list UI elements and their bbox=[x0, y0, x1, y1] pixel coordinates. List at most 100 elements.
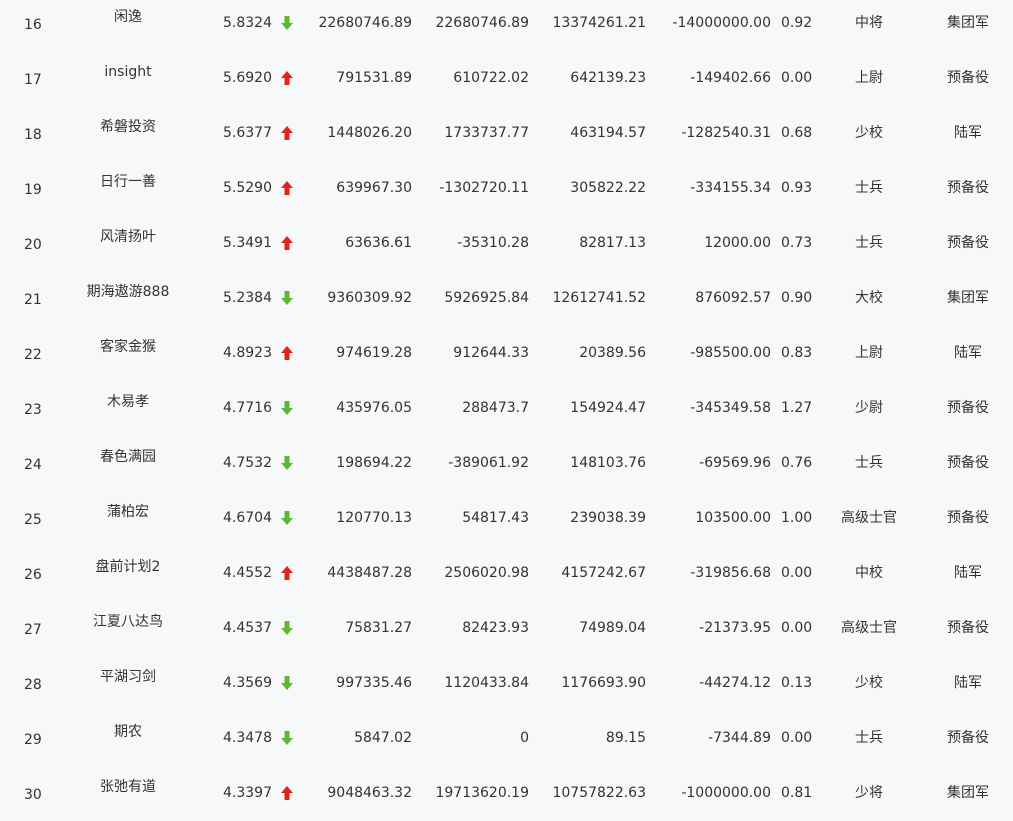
ratio-value: 0.00 bbox=[781, 730, 813, 746]
army-type: 预备役 bbox=[947, 455, 989, 471]
value-col-1: 1448026.20 bbox=[327, 125, 412, 141]
value-col-2: -1302720.11 bbox=[439, 180, 529, 196]
table-row: 25 蒲柏宏 4.6704 120770.13 54817.43 239038.… bbox=[0, 495, 1013, 550]
value-col-3: 1176693.90 bbox=[561, 675, 646, 691]
army-type: 预备役 bbox=[947, 235, 989, 251]
user-name-link[interactable]: 平湖习剑 bbox=[72, 668, 184, 686]
user-name-link[interactable]: 闲逸 bbox=[72, 8, 184, 26]
army-type: 集团军 bbox=[947, 15, 989, 31]
value-col-4: -985500.00 bbox=[690, 345, 771, 361]
rank-title: 中校 bbox=[855, 565, 883, 581]
user-name-link[interactable]: 蒲柏宏 bbox=[72, 503, 184, 521]
value-col-2: 912644.33 bbox=[453, 345, 529, 361]
value-col-1: 9048463.32 bbox=[327, 785, 412, 801]
rank-number: 23 bbox=[24, 402, 42, 418]
user-name-link[interactable]: 风清扬叶 bbox=[72, 228, 184, 246]
value-col-4: -319856.68 bbox=[690, 565, 771, 581]
value-col-3: 82817.13 bbox=[579, 235, 646, 251]
army-type: 陆军 bbox=[954, 345, 982, 361]
score-value: 5.3491 bbox=[223, 235, 272, 251]
rank-number: 20 bbox=[24, 237, 42, 253]
table-row: 30 张弛有道 4.3397 9048463.32 19713620.19 10… bbox=[0, 770, 1013, 821]
army-type: 预备役 bbox=[947, 510, 989, 526]
user-name-link[interactable]: 日行一善 bbox=[72, 173, 184, 191]
ratio-value: 0.00 bbox=[781, 70, 813, 86]
value-col-2: 1733737.77 bbox=[444, 125, 529, 141]
value-col-4: -149402.66 bbox=[690, 70, 771, 86]
army-type: 预备役 bbox=[947, 620, 989, 636]
value-col-1: 435976.05 bbox=[336, 400, 412, 416]
value-col-3: 148103.76 bbox=[570, 455, 646, 471]
score-value: 5.8324 bbox=[223, 15, 272, 31]
value-col-4: -14000000.00 bbox=[672, 15, 771, 31]
value-col-3: 642139.23 bbox=[570, 70, 646, 86]
table-row: 19 日行一善 5.5290 639967.30 -1302720.11 305… bbox=[0, 165, 1013, 220]
user-name-link[interactable]: 客家金猴 bbox=[72, 338, 184, 356]
value-col-2: 5926925.84 bbox=[444, 290, 529, 306]
rank-number: 16 bbox=[24, 17, 42, 33]
arrow-up-icon bbox=[281, 234, 295, 252]
value-col-1: 974619.28 bbox=[336, 345, 412, 361]
value-col-4: -7344.89 bbox=[708, 730, 771, 746]
rank-number: 28 bbox=[24, 677, 42, 693]
value-col-2: 54817.43 bbox=[462, 510, 529, 526]
rank-number: 17 bbox=[24, 72, 42, 88]
user-name-link[interactable]: insight bbox=[72, 63, 184, 81]
rank-number: 21 bbox=[24, 292, 42, 308]
score-value: 4.7716 bbox=[223, 400, 272, 416]
user-name-link[interactable]: 张弛有道 bbox=[72, 778, 184, 796]
table-row: 21 期海遨游888 5.2384 9360309.92 5926925.84 … bbox=[0, 275, 1013, 330]
rank-title: 少校 bbox=[855, 675, 883, 691]
ratio-value: 0.76 bbox=[781, 455, 813, 471]
user-name-link[interactable]: 盘前计划2 bbox=[72, 558, 184, 576]
user-name-link[interactable]: 春色满园 bbox=[72, 448, 184, 466]
user-name-link[interactable]: 期农 bbox=[72, 723, 184, 741]
value-col-4: -44274.12 bbox=[699, 675, 771, 691]
ratio-value: 0.00 bbox=[781, 620, 813, 636]
arrow-up-icon bbox=[281, 344, 295, 362]
rank-title: 中将 bbox=[855, 15, 883, 31]
rank-title: 少尉 bbox=[855, 400, 883, 416]
arrow-up-icon bbox=[281, 784, 295, 802]
arrow-down-icon bbox=[281, 619, 295, 637]
value-col-1: 22680746.89 bbox=[318, 15, 412, 31]
arrow-down-icon bbox=[281, 14, 295, 32]
rank-title: 士兵 bbox=[855, 235, 883, 251]
table-row: 28 平湖习剑 4.3569 997335.46 1120433.84 1176… bbox=[0, 660, 1013, 715]
value-col-2: 2506020.98 bbox=[444, 565, 529, 581]
rank-title: 士兵 bbox=[855, 730, 883, 746]
rank-title: 少将 bbox=[855, 785, 883, 801]
arrow-down-icon bbox=[281, 454, 295, 472]
value-col-3: 89.15 bbox=[605, 730, 646, 746]
arrow-up-icon bbox=[281, 69, 295, 87]
value-col-2: -35310.28 bbox=[457, 235, 529, 251]
table-row: 23 木易孝 4.7716 435976.05 288473.7 154924.… bbox=[0, 385, 1013, 440]
value-col-2: 610722.02 bbox=[453, 70, 529, 86]
value-col-2: -389061.92 bbox=[448, 455, 529, 471]
value-col-1: 791531.89 bbox=[336, 70, 412, 86]
rank-number: 26 bbox=[24, 567, 42, 583]
score-value: 5.5290 bbox=[223, 180, 272, 196]
ratio-value: 0.73 bbox=[781, 235, 813, 251]
value-col-2: 288473.7 bbox=[462, 400, 529, 416]
value-col-1: 63636.61 bbox=[345, 235, 412, 251]
army-type: 陆军 bbox=[954, 565, 982, 581]
user-name-link[interactable]: 木易孝 bbox=[72, 393, 184, 411]
arrow-down-icon bbox=[281, 674, 295, 692]
ratio-value: 0.00 bbox=[781, 565, 813, 581]
rank-number: 27 bbox=[24, 622, 42, 638]
arrow-up-icon bbox=[281, 564, 295, 582]
rank-number: 18 bbox=[24, 127, 42, 143]
user-name-link[interactable]: 江夏八达鸟 bbox=[72, 613, 184, 631]
value-col-3: 239038.39 bbox=[570, 510, 646, 526]
ratio-value: 1.27 bbox=[781, 400, 813, 416]
value-col-3: 74989.04 bbox=[579, 620, 646, 636]
ratio-value: 0.81 bbox=[781, 785, 813, 801]
value-col-4: -334155.34 bbox=[690, 180, 771, 196]
user-name-link[interactable]: 期海遨游888 bbox=[72, 283, 184, 301]
table-row: 27 江夏八达鸟 4.4537 75831.27 82423.93 74989.… bbox=[0, 605, 1013, 660]
user-name-link[interactable]: 希磐投资 bbox=[72, 118, 184, 136]
value-col-1: 5847.02 bbox=[354, 730, 412, 746]
value-col-2: 0 bbox=[520, 730, 529, 746]
rank-number: 25 bbox=[24, 512, 42, 528]
